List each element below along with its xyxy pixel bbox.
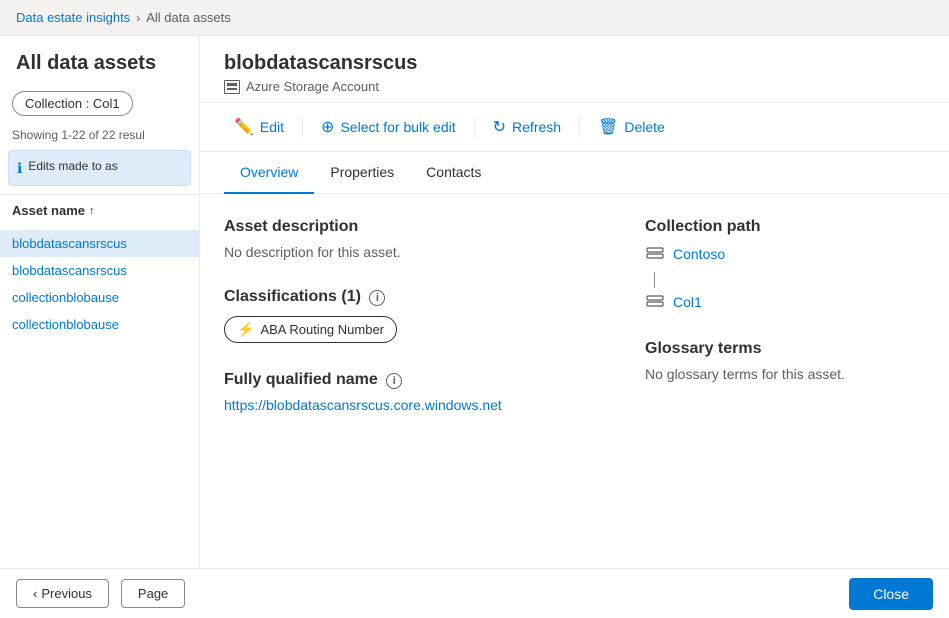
edit-label: Edit: [260, 119, 284, 135]
collection-path-col1[interactable]: Col1: [673, 294, 702, 310]
detail-content: Asset description No description for thi…: [200, 194, 949, 568]
glossary-terms-heading: Glossary terms: [645, 340, 925, 358]
asset-description-text: No description for this asset.: [224, 244, 613, 260]
fqn-heading: Fully qualified name i: [224, 371, 613, 389]
collection-path-item-contoso: Contoso: [645, 244, 925, 264]
refresh-button[interactable]: ↻ Refresh: [483, 113, 571, 141]
asset-description-section: Asset description No description for thi…: [224, 218, 613, 260]
fqn-info-icon[interactable]: i: [386, 373, 402, 389]
delete-icon: 🗑: [598, 117, 618, 137]
previous-label: Previous: [41, 586, 92, 601]
page-label: Page: [138, 586, 168, 601]
bulk-edit-button[interactable]: ⊕ Select for bulk edit: [311, 113, 466, 141]
info-banner-text: Edits made to as: [28, 159, 117, 173]
showing-text: Showing 1-22 of 22 resul: [0, 124, 199, 150]
close-button[interactable]: Close: [849, 578, 933, 610]
list-item[interactable]: blobdatascansrscus: [0, 230, 199, 257]
collection-path-heading: Collection path: [645, 218, 925, 236]
left-panel: All data assets Collection : Col1 Showin…: [0, 36, 200, 568]
bulk-edit-icon: ⊕: [321, 117, 334, 137]
asset-list-header-label: Asset name: [12, 203, 85, 218]
detail-left-col: Asset description No description for thi…: [224, 218, 613, 544]
refresh-label: Refresh: [512, 119, 561, 135]
tabs: Overview Properties Contacts: [200, 152, 949, 194]
classifications-section: Classifications (1) i ⚡ ABA Routing Numb…: [224, 288, 613, 343]
delete-button[interactable]: 🗑 Delete: [588, 113, 675, 141]
prev-chevron-icon: ‹: [33, 586, 37, 601]
info-banner: ℹ Edits made to as: [8, 150, 191, 186]
main-layout: All data assets Collection : Col1 Showin…: [0, 36, 949, 568]
asset-description-heading: Asset description: [224, 218, 613, 236]
edit-icon: ✏️: [234, 117, 254, 137]
info-icon: ℹ: [17, 160, 22, 177]
asset-list-header: Asset name ↑: [0, 194, 199, 226]
toolbar-divider-2: [474, 117, 475, 137]
breadcrumb-bar: Data estate insights › All data assets: [0, 0, 949, 36]
page-button[interactable]: Page: [121, 579, 185, 608]
classification-badge: ⚡ ABA Routing Number: [224, 316, 397, 343]
lightning-icon: ⚡: [237, 321, 254, 338]
tab-properties[interactable]: Properties: [314, 152, 410, 194]
collection-path-contoso[interactable]: Contoso: [673, 246, 725, 262]
detail-subtitle-text: Azure Storage Account: [246, 79, 379, 94]
right-panel: blobdatascansrscus Azure Storage Account…: [200, 36, 949, 568]
refresh-icon: ↻: [493, 117, 506, 137]
storage-icon: [224, 80, 240, 94]
collection-path-item-col1: Col1: [645, 292, 925, 312]
list-item[interactable]: collectionblobause: [0, 311, 199, 338]
detail-subtitle: Azure Storage Account: [224, 79, 925, 94]
left-panel-title: All data assets: [0, 36, 199, 83]
glossary-terms-section: Glossary terms No glossary terms for thi…: [645, 340, 925, 382]
tab-contacts[interactable]: Contacts: [410, 152, 497, 194]
detail-right-col: Collection path Contoso: [645, 218, 925, 544]
collection-path-section: Collection path Contoso: [645, 218, 925, 312]
sort-icon[interactable]: ↑: [89, 205, 95, 217]
list-item[interactable]: collectionblobause: [0, 284, 199, 311]
collection-db-icon: [645, 244, 665, 264]
toolbar-divider: [302, 117, 303, 137]
fqn-value[interactable]: https://blobdatascansrscus.core.windows.…: [224, 397, 613, 413]
classifications-heading: Classifications (1) i: [224, 288, 613, 306]
detail-header: blobdatascansrscus Azure Storage Account: [200, 36, 949, 103]
toolbar: ✏️ Edit ⊕ Select for bulk edit ↻ Refresh…: [200, 103, 949, 152]
detail-title: blobdatascansrscus: [224, 52, 925, 75]
tab-overview[interactable]: Overview: [224, 152, 314, 194]
collection-db-icon-2: [645, 292, 665, 312]
list-item[interactable]: blobdatascansrscus: [0, 257, 199, 284]
breadcrumb-separator: ›: [136, 11, 140, 25]
glossary-terms-text: No glossary terms for this asset.: [645, 366, 925, 382]
asset-list: blobdatascansrscus blobdatascansrscus co…: [0, 226, 199, 568]
edit-button[interactable]: ✏️ Edit: [224, 113, 294, 141]
classification-badge-text: ABA Routing Number: [260, 322, 384, 337]
breadcrumb-parent[interactable]: Data estate insights: [16, 10, 130, 25]
delete-label: Delete: [624, 119, 664, 135]
classifications-info-icon[interactable]: i: [369, 290, 385, 306]
bulk-edit-label: Select for bulk edit: [340, 119, 455, 135]
pagination-bar: ‹ Previous Page Close: [0, 568, 949, 618]
breadcrumb-current: All data assets: [146, 10, 231, 25]
fqn-section: Fully qualified name i https://blobdatas…: [224, 371, 613, 413]
path-connector: [654, 272, 655, 288]
collection-filter[interactable]: Collection : Col1: [12, 91, 133, 116]
previous-button[interactable]: ‹ Previous: [16, 579, 109, 608]
toolbar-divider-3: [579, 117, 580, 137]
